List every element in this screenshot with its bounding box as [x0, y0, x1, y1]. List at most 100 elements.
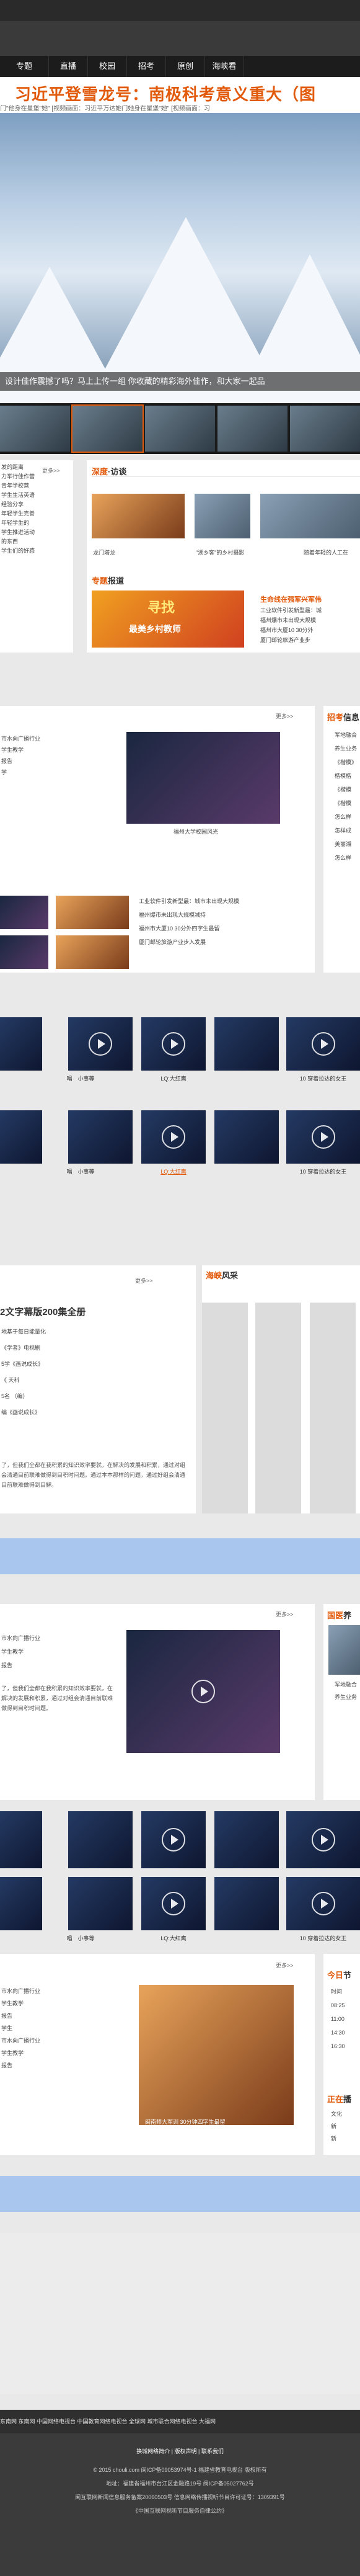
campus-thumb[interactable] [0, 896, 48, 929]
video-thumb[interactable] [141, 1017, 206, 1071]
list-item[interactable]: 军地融合 [335, 728, 357, 742]
video-thumb[interactable] [0, 1017, 42, 1071]
nav-item-strait[interactable]: 海峡看 [205, 56, 244, 77]
schedule-item[interactable]: 14:30 [331, 2026, 345, 2039]
gallery-tile[interactable] [255, 1303, 301, 1513]
list-item[interactable]: 福州市大厦10 30分外四字生最留 [139, 922, 239, 935]
play-icon[interactable] [162, 1032, 185, 1056]
list-item[interactable]: 学生生活英语 [1, 491, 72, 500]
video-thumb[interactable] [141, 1877, 206, 1930]
list-item[interactable]: 编《画说成长》 [1, 1404, 46, 1420]
photo-caption[interactable]: 闽南师大军训 30分钟四字生最留 [145, 2115, 226, 2129]
campus-thumb[interactable] [56, 896, 129, 929]
list-item[interactable]: 新 [331, 2120, 342, 2133]
footer-cert[interactable]: 《中国互联网视听节目服务自律公约》 [0, 2507, 360, 2515]
list-item[interactable]: 学生们的好感 [1, 546, 72, 556]
news-photo[interactable] [195, 494, 250, 538]
video-thumb[interactable] [286, 1110, 360, 1164]
thumbnail[interactable] [217, 406, 288, 452]
list-item[interactable]: 发的距离 [1, 463, 72, 472]
list-item[interactable]: 福州爆市未出现大规模减持 [139, 908, 239, 922]
photo-caption[interactable]: "湖乡客"的乡村摄影 [196, 546, 244, 559]
partner-links[interactable]: 东南网 东南网 中国网络电视台 中国教育网络电视台 全球网 城市联合网络电视台 … [0, 2410, 360, 2433]
thumbnail[interactable] [290, 406, 360, 452]
video-title[interactable]: 唱 小事等 [48, 1934, 113, 1942]
nav-item-live[interactable]: 直播 [49, 56, 88, 77]
more-link[interactable]: 更多>> [276, 1610, 294, 1618]
gallery-tile[interactable] [202, 1303, 248, 1513]
video-thumb[interactable] [68, 1811, 133, 1868]
play-icon[interactable] [311, 1892, 335, 1915]
list-item[interactable]: 报告 [1, 755, 40, 767]
list-item[interactable]: 学生教学 [1, 2047, 40, 2059]
list-item[interactable]: 5名 （编） [1, 1388, 46, 1404]
video-title[interactable]: 10 穿着拉达的女王 [286, 1074, 360, 1082]
hot-title[interactable]: 生命线在强军兴军伟 [260, 594, 322, 604]
campus-photo[interactable] [126, 732, 280, 824]
list-item[interactable]: 学 [1, 767, 40, 778]
list-item[interactable]: 年轻学生完善 [1, 509, 72, 519]
nav-item-special[interactable]: 专题 [0, 56, 49, 77]
list-item[interactable]: 市水向广播行业 [1, 1631, 40, 1645]
list-item[interactable]: 5学《画说成长》 [1, 1356, 46, 1372]
list-item[interactable]: 地基于每日能量化 [1, 1324, 46, 1340]
list-item[interactable]: 工业软件引发新型最：城市未出现大规模 [139, 894, 239, 908]
list-item[interactable]: 学生 [1, 2022, 40, 2035]
schedule-item[interactable]: 08:25 [331, 1999, 345, 2012]
video-thumb[interactable] [141, 1110, 206, 1164]
video-thumb[interactable] [286, 1017, 360, 1071]
health-photo[interactable] [328, 1625, 360, 1675]
video-thumb[interactable] [214, 1110, 279, 1164]
more-link[interactable]: 更多>> [276, 1961, 294, 1969]
list-item[interactable]: 《楷模》 [335, 755, 357, 769]
thumbnail-active[interactable] [71, 404, 144, 453]
more-link[interactable]: 更多>> [276, 712, 294, 720]
more-link[interactable]: 更多>> [135, 1277, 153, 1285]
video-thumb[interactable] [0, 1811, 42, 1868]
schedule-item[interactable]: 11:00 [331, 2012, 345, 2026]
list-item[interactable]: 怎样成 [335, 824, 357, 837]
ad-band[interactable] [0, 1538, 360, 1574]
list-item[interactable]: 厦门邮轮旅游产业步 [260, 635, 322, 645]
list-item[interactable]: 学生教学 [1, 744, 40, 755]
video-thumb[interactable] [214, 1877, 279, 1930]
video-title[interactable]: 唱 小事等 [48, 1167, 113, 1175]
list-item[interactable]: 厦门邮轮旅游产业步入发展 [139, 935, 239, 949]
list-item[interactable]: 年轻学生的 [1, 519, 72, 528]
video-title[interactable]: LQ:大红鹰 [141, 1934, 206, 1942]
video-thumb[interactable] [214, 1017, 279, 1071]
sec5-photo[interactable] [139, 1985, 294, 2125]
gallery-tile[interactable] [310, 1303, 356, 1513]
list-item[interactable]: 《楷模 [335, 796, 357, 810]
play-icon[interactable] [162, 1892, 185, 1915]
video-thumb[interactable] [286, 1811, 360, 1868]
culture-video[interactable] [126, 1630, 280, 1753]
video-title-active[interactable]: LQ:大红鹰 [141, 1167, 206, 1175]
list-item[interactable]: 力举行佳作营 [1, 472, 72, 481]
video-title[interactable]: 10 穿着拉达的女王 [286, 1934, 360, 1942]
video-thumb[interactable] [68, 1110, 133, 1164]
list-item[interactable]: 养生业务 [335, 1691, 357, 1703]
play-icon[interactable] [311, 1828, 335, 1852]
thumbnail[interactable] [145, 406, 215, 452]
list-item[interactable]: 文化 [331, 2108, 342, 2120]
list-item[interactable]: 经验分享 [1, 500, 72, 509]
list-item[interactable]: 《 天科 [1, 1372, 46, 1388]
list-item[interactable]: 学生推进活动 [1, 528, 72, 537]
news-photo[interactable] [92, 494, 185, 538]
list-item[interactable]: 市水向广播行业 [1, 733, 40, 744]
play-icon[interactable] [162, 1125, 185, 1149]
play-icon[interactable] [162, 1828, 185, 1852]
play-icon[interactable] [191, 1680, 215, 1703]
video-title[interactable]: 唱 小事等 [48, 1074, 113, 1082]
video-thumb[interactable] [68, 1017, 133, 1071]
thumbnail[interactable] [0, 406, 70, 452]
video-thumb[interactable] [286, 1877, 360, 1930]
drama-title[interactable]: 2文字幕版200集全册 [0, 1305, 86, 1318]
video-title[interactable]: LQ:大红鹰 [141, 1074, 206, 1082]
play-icon[interactable] [311, 1125, 335, 1149]
list-item[interactable]: 市水向广播行业 [1, 1985, 40, 1997]
list-item[interactable]: 《楷模 [335, 783, 357, 796]
list-item[interactable]: 工业软件引发新型最：城 [260, 605, 322, 615]
nav-item-exam[interactable]: 招考 [127, 56, 166, 77]
